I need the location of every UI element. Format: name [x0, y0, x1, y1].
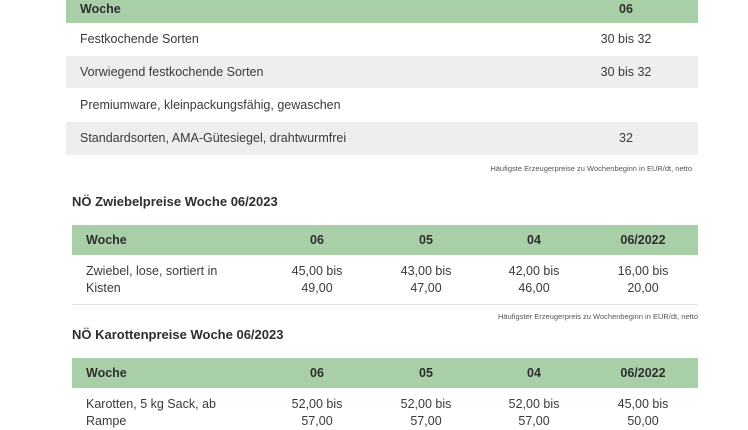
table3-header-label: Woche — [86, 366, 127, 380]
value-line: 57,00 — [518, 414, 550, 428]
value-line: 47,00 — [410, 281, 442, 295]
label-line: Kisten — [86, 281, 121, 295]
table2-header-label: Woche — [86, 233, 127, 247]
table1-row-label: Festkochende Sorten — [80, 32, 199, 46]
value-line: 57,00 — [410, 414, 442, 428]
value-line: 52,00 bis — [291, 397, 343, 411]
table2-header-week: 04 — [527, 233, 541, 247]
table2-header-week: 05 — [419, 233, 433, 247]
table3-header-week: 06/2022 — [620, 366, 666, 380]
table3-row-value: 52,00 bis 57,00 — [277, 396, 357, 430]
table1-header-label: Woche — [80, 2, 121, 16]
value-line: 52,00 bis — [508, 397, 560, 411]
table2-row-divider — [72, 304, 698, 305]
table3-header-week: 05 — [419, 366, 433, 380]
table2-header-week: 06/2022 — [620, 233, 666, 247]
table2-header-week: 06 — [310, 233, 324, 247]
table2-row-value: 43,00 bis 47,00 — [386, 263, 466, 297]
karotten-section-title: NÖ Karottenpreise Woche 06/2023 — [72, 327, 284, 342]
table1-row-label: Premiumware, kleinpackungsfähig, gewasch… — [80, 98, 341, 112]
value-line: 16,00 bis — [617, 264, 669, 278]
table1-row-value: 30 bis 32 — [600, 65, 652, 79]
value-line: 45,00 bis — [617, 397, 669, 411]
table2-note: Häufigster Erzeugerpreis zu Wochenbeginn… — [498, 312, 698, 321]
table3-header-week: 06 — [310, 366, 324, 380]
value-line: 45,00 bis — [291, 264, 343, 278]
table2-row-value: 45,00 bis 49,00 — [277, 263, 357, 297]
value-line: 46,00 — [518, 281, 550, 295]
table2-row-label: Zwiebel, lose, sortiert in Kisten — [86, 263, 217, 297]
table1-header-week: 06 — [619, 2, 633, 16]
table3-row-value: 52,00 bis 57,00 — [386, 396, 466, 430]
label-line: Rampe — [86, 414, 127, 428]
label-line: Karotten, 5 kg Sack, ab — [86, 397, 216, 411]
value-line: 50,00 — [627, 414, 659, 428]
value-line: 43,00 bis — [400, 264, 452, 278]
table1-row-value: 32 — [619, 131, 633, 145]
value-line: 20,00 — [627, 281, 659, 295]
table1-note: Häufigste Erzeugerpreise zu Wochenbeginn… — [490, 164, 692, 173]
table3-row-value: 52,00 bis 57,00 — [494, 396, 574, 430]
table3-header-week: 04 — [527, 366, 541, 380]
table1-row-label: Vorwiegend festkochende Sorten — [80, 65, 264, 79]
table2-row-value: 42,00 bis 46,00 — [494, 263, 574, 297]
value-line: 52,00 bis — [400, 397, 452, 411]
table3-row-label: Karotten, 5 kg Sack, ab Rampe — [86, 396, 216, 430]
table3-row-value: 45,00 bis 50,00 — [603, 396, 683, 430]
table2-row-value: 16,00 bis 20,00 — [603, 263, 683, 297]
table1-row-label: Standardsorten, AMA-Gütesiegel, drahtwur… — [80, 131, 347, 145]
table1-row-value: 30 bis 32 — [600, 32, 652, 46]
value-line: 42,00 bis — [508, 264, 560, 278]
label-line: Zwiebel, lose, sortiert in — [86, 264, 218, 278]
value-line: 49,00 — [301, 281, 333, 295]
zwiebel-section-title: NÖ Zwiebelpreise Woche 06/2023 — [72, 194, 278, 209]
value-line: 57,00 — [301, 414, 333, 428]
